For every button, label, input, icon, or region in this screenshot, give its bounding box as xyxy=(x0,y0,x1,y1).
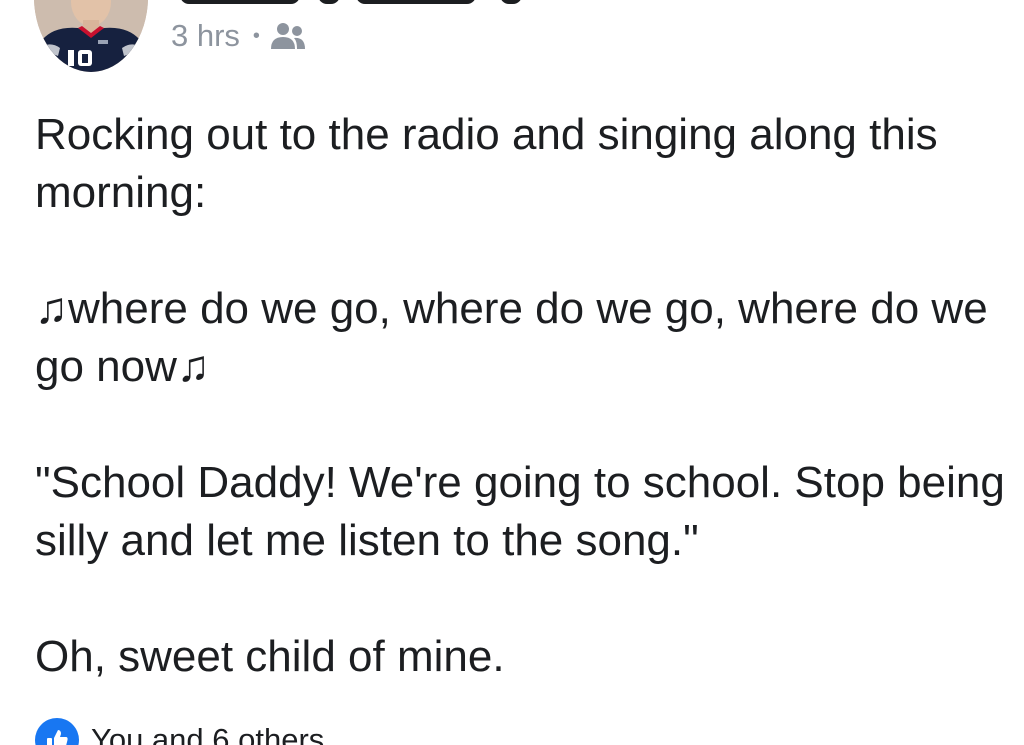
post-timestamp[interactable]: 3 hrs xyxy=(171,18,240,54)
friends-icon[interactable] xyxy=(270,22,306,50)
post-paragraph: Rocking out to the radio and singing alo… xyxy=(35,110,938,217)
post-meta: 3 hrs • xyxy=(171,14,306,58)
reactions-summary[interactable]: You and 6 others xyxy=(35,718,324,745)
post-paragraph: "School Daddy! We're going to school. St… xyxy=(35,458,1005,565)
post-paragraph: Oh, sweet child of mine. xyxy=(35,632,505,681)
poster-name-fragment[interactable] xyxy=(180,0,300,4)
reactions-count-text[interactable]: You and 6 others xyxy=(91,718,324,745)
poster-name-fragment[interactable] xyxy=(318,0,340,4)
avatar[interactable] xyxy=(34,0,148,72)
like-icon xyxy=(35,718,79,745)
facebook-post: 3 hrs • Rocking out to the radio and sin… xyxy=(0,0,1024,745)
avatar-photo xyxy=(34,0,148,72)
post-body: Rocking out to the radio and singing alo… xyxy=(35,106,1010,744)
poster-name-fragment[interactable] xyxy=(500,0,522,4)
meta-separator: • xyxy=(252,25,260,47)
poster-name-fragment[interactable] xyxy=(356,0,476,4)
post-paragraph: ♫where do we go, where do we go, where d… xyxy=(35,284,988,391)
